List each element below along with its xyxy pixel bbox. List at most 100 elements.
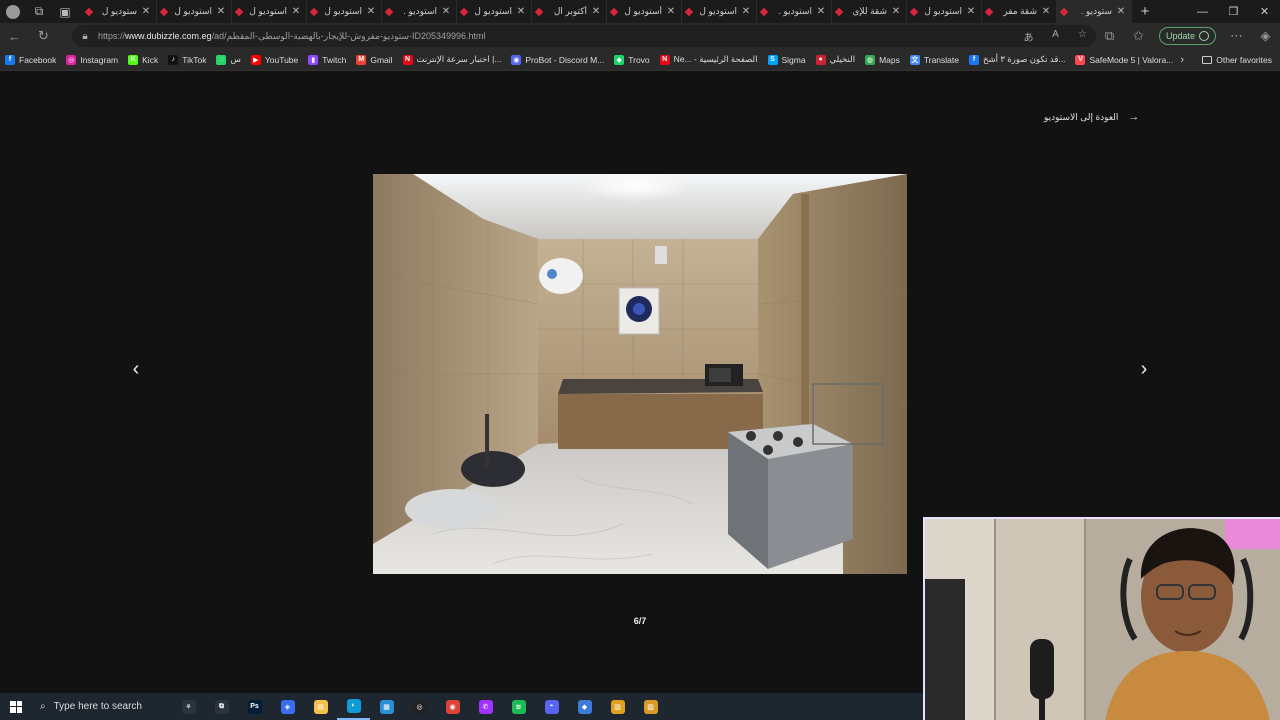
workspaces-icon[interactable]: ⧉ bbox=[26, 0, 52, 23]
close-tab-icon[interactable]: ✕ bbox=[365, 6, 377, 17]
browser-tab[interactable]: شقة مفر ✕ bbox=[982, 0, 1057, 23]
browser-tab[interactable]: ستوديو . ✕ bbox=[1057, 0, 1132, 23]
bookmark-item[interactable]: ▶ YouTube bbox=[246, 54, 303, 65]
restore-button[interactable]: ❐ bbox=[1218, 0, 1249, 23]
extensions-icon[interactable]: ⧉ bbox=[1095, 23, 1124, 49]
bookmark-item[interactable]: ● النخيلي bbox=[811, 54, 860, 65]
previous-photo-button[interactable]: ‹ bbox=[126, 357, 146, 381]
taskbar-search[interactable]: ⌕ Type here to search bbox=[32, 693, 172, 720]
taskbar-app[interactable]: ◓ bbox=[535, 693, 568, 720]
browser-tab[interactable]: استوديو ل ✕ bbox=[457, 0, 532, 23]
favorites-icon[interactable]: ✩ bbox=[1124, 23, 1153, 49]
browser-tab[interactable]: استوديو . ✕ bbox=[382, 0, 457, 23]
dubizzle-favicon-icon bbox=[84, 7, 94, 16]
dubizzle-favicon-icon bbox=[1059, 7, 1069, 16]
bookmark-item[interactable]: ◉ ProBot - Discord M... bbox=[506, 54, 609, 65]
taskbar-app[interactable]: ◉ bbox=[436, 693, 469, 720]
close-tab-icon[interactable]: ✕ bbox=[290, 6, 302, 17]
taskbar-app[interactable]: ▥ bbox=[601, 693, 634, 720]
close-tab-icon[interactable]: ✕ bbox=[740, 6, 752, 17]
bookmark-item[interactable]: ◎ Instagram bbox=[61, 54, 123, 65]
taskbar-app[interactable]: ◎ bbox=[403, 693, 436, 720]
address-bar[interactable]: 🔒︎ https://www.dubizzle.com.eg/ad/ستوديو… bbox=[72, 25, 1096, 47]
browser-tab[interactable]: أكتوبر ال ✕ bbox=[532, 0, 607, 23]
browser-tab[interactable]: شقة للإي ✕ bbox=[832, 0, 907, 23]
close-tab-icon[interactable]: ✕ bbox=[140, 6, 152, 17]
tab-list: ستوديو ل ✕ استوديو ل ✕ استوديو ل ✕ استوديو ل ✕ ا… bbox=[82, 0, 1132, 23]
minimize-button[interactable]: — bbox=[1187, 0, 1218, 23]
close-tab-icon[interactable]: ✕ bbox=[440, 6, 452, 17]
browser-tab[interactable]: استوديو ل ✕ bbox=[907, 0, 982, 23]
bookmark-item[interactable]: 文 Translate bbox=[905, 54, 964, 65]
browser-tab[interactable]: استوديو ل ✕ bbox=[232, 0, 307, 23]
bookmark-item[interactable]: M Gmail bbox=[351, 54, 397, 65]
next-photo-button[interactable]: › bbox=[1134, 357, 1154, 381]
read-aloud-icon[interactable]: A bbox=[1042, 29, 1069, 44]
paint-icon: ▧ bbox=[643, 699, 658, 714]
close-tab-icon[interactable]: ✕ bbox=[515, 6, 527, 17]
close-tab-icon[interactable]: ✕ bbox=[890, 6, 902, 17]
taskbar-app[interactable]: ≋ bbox=[502, 693, 535, 720]
copilot-sidebar-icon[interactable]: ◈ bbox=[1251, 23, 1280, 49]
browser-tab[interactable]: أستوديو ل ✕ bbox=[607, 0, 682, 23]
bookmark-item[interactable]: ♪ TikTok bbox=[163, 54, 211, 65]
profile-avatar-icon[interactable] bbox=[0, 0, 26, 23]
bookmark-item[interactable]: N Ne... - الصفحة الرئيسية bbox=[655, 54, 763, 65]
bookmark-label: اختبار سرعة الإنترنت |... bbox=[416, 54, 502, 64]
bookmark-item[interactable]: N اختبار سرعة الإنترنت |... bbox=[398, 54, 507, 65]
browser-tab[interactable]: استوديو ل ✕ bbox=[157, 0, 232, 23]
other-favorites-folder[interactable]: Other favorites bbox=[1202, 49, 1272, 71]
taskbar-app[interactable]: ✆ bbox=[469, 693, 502, 720]
bookmark-item[interactable]: ◍ Maps bbox=[860, 54, 905, 65]
translate-page-icon[interactable]: あ bbox=[1015, 29, 1042, 44]
close-tab-icon[interactable]: ✕ bbox=[1040, 6, 1052, 17]
new-tab-button[interactable]: + bbox=[1132, 3, 1158, 20]
refresh-icon[interactable]: ↻ bbox=[29, 23, 58, 49]
probot-icon: ◉ bbox=[511, 54, 522, 65]
tab-title: أكتوبر ال bbox=[553, 6, 587, 16]
dubizzle-favicon-icon bbox=[909, 7, 919, 16]
close-tab-icon[interactable]: ✕ bbox=[1115, 6, 1127, 17]
close-tab-icon[interactable]: ✕ bbox=[965, 6, 977, 17]
close-tab-icon[interactable]: ✕ bbox=[665, 6, 677, 17]
taskbar-app[interactable]: ⧉ bbox=[205, 693, 238, 720]
close-tab-icon[interactable]: ✕ bbox=[590, 6, 602, 17]
url-text[interactable]: https://www.dubizzle.com.eg/ad/ستوديو-مف… bbox=[98, 31, 1015, 42]
browser-tab[interactable]: استوديو ل ✕ bbox=[682, 0, 757, 23]
back-to-listing-link[interactable]: العودة إلى الاستوديو → bbox=[1044, 111, 1139, 123]
site-info-icon[interactable]: 🔒︎ bbox=[72, 31, 98, 42]
browser-tab[interactable]: استوديو ل ✕ bbox=[307, 0, 382, 23]
bookmark-item[interactable]: f Facebook bbox=[0, 54, 61, 65]
back-icon[interactable]: ← bbox=[0, 23, 29, 49]
favorite-star-icon[interactable]: ☆ bbox=[1069, 29, 1096, 44]
browser-tab[interactable]: ستوديو ل ✕ bbox=[82, 0, 157, 23]
close-window-button[interactable]: ✕ bbox=[1249, 0, 1280, 23]
bookmark-item[interactable]: S Sigma bbox=[763, 54, 811, 65]
taskbar-app[interactable]: ⚘ bbox=[172, 693, 205, 720]
more-menu-icon[interactable]: ⋯ bbox=[1222, 23, 1251, 49]
taskbar-app[interactable]: ▦ bbox=[370, 693, 403, 720]
taskbar-app[interactable]: Ps bbox=[238, 693, 271, 720]
bookmark-item[interactable]: ◌ س bbox=[211, 54, 245, 65]
update-button[interactable]: Update bbox=[1158, 27, 1216, 45]
taskbar-app[interactable]: ◈ bbox=[271, 693, 304, 720]
close-tab-icon[interactable]: ✕ bbox=[215, 6, 227, 17]
bookmark-item[interactable]: K Kick bbox=[123, 54, 163, 65]
taskbar-app[interactable]: ◆ bbox=[568, 693, 601, 720]
close-tab-icon[interactable]: ✕ bbox=[815, 6, 827, 17]
bookmark-item[interactable]: V SafeMode 5 | Valora... bbox=[1070, 54, 1178, 65]
bookmark-label: Sigma bbox=[781, 54, 806, 65]
bookmark-item[interactable]: ▮ Twitch bbox=[303, 54, 351, 65]
browser-tab[interactable]: استوديو . ✕ bbox=[757, 0, 832, 23]
taskbar-app[interactable]: ▧ bbox=[634, 693, 667, 720]
bookmark-item[interactable]: f قد تكون صورة ٣ أشخ... bbox=[964, 54, 1071, 65]
taskbar-app[interactable]: ▤ bbox=[304, 693, 337, 720]
taskbar-app[interactable]: ◐ bbox=[337, 693, 370, 720]
bookmark-item[interactable]: ◆ Trovo bbox=[609, 54, 654, 65]
bookmarks-overflow-icon[interactable]: › bbox=[1180, 49, 1184, 71]
instagram-icon: ◎ bbox=[66, 54, 77, 65]
start-button[interactable] bbox=[0, 693, 32, 720]
windows-logo-icon bbox=[10, 700, 22, 713]
dubizzle-favicon-icon bbox=[684, 7, 694, 16]
tab-actions-icon[interactable]: ▣ bbox=[52, 0, 78, 23]
